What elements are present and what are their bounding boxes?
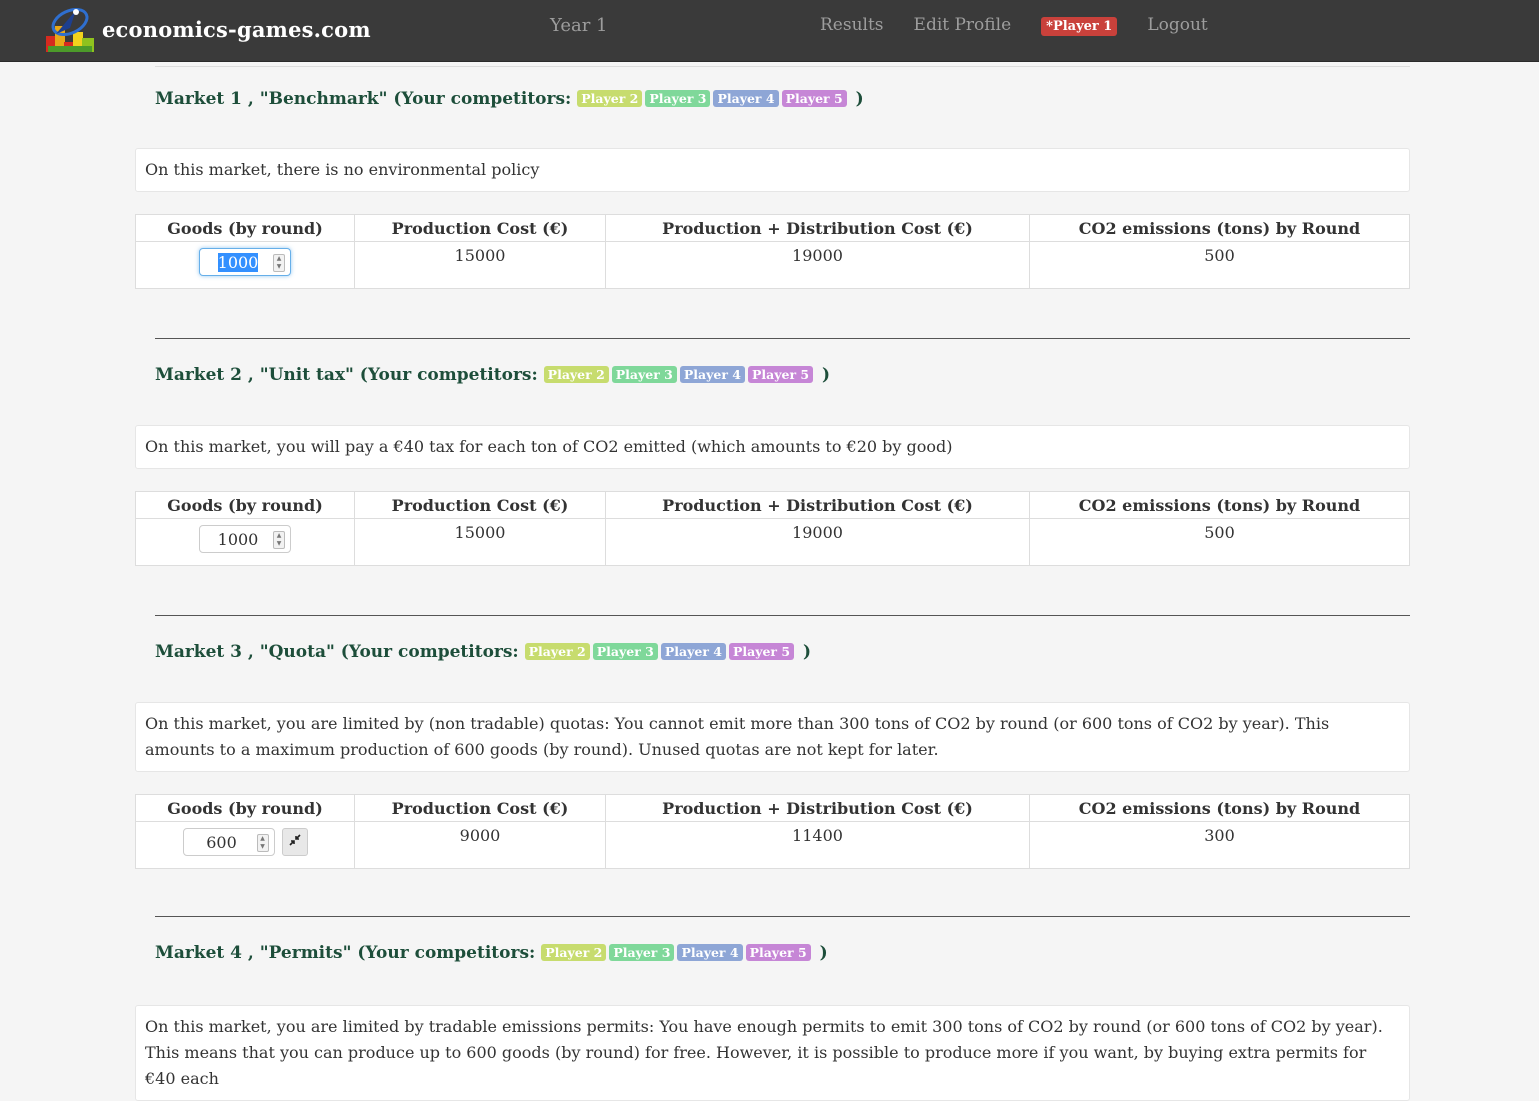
goods-input[interactable]: 1000 ▲ ▼ (199, 525, 291, 553)
competitor-badge-player-5: Player 5 (781, 90, 847, 107)
table-row: 600 ▲ ▼ 9000 11400 300 (135, 821, 1410, 869)
co2-value: 500 (1029, 518, 1410, 566)
header-co2: CO2 emissions (tons) by Round (1029, 214, 1410, 242)
co2-value: 300 (1029, 821, 1410, 869)
header-production-distribution-cost: Production + Distribution Cost (€) (605, 214, 1030, 242)
market-description: On this market, you are limited by trada… (135, 1005, 1410, 1101)
market-table: Goods (by round) Production Cost (€) Pro… (135, 214, 1410, 289)
market-table: Goods (by round) Production Cost (€) Pro… (135, 491, 1410, 566)
header-goods: Goods (by round) (135, 214, 355, 242)
divider (155, 916, 1410, 917)
table-row: 1000 ▲ ▼ 15000 19000 500 (135, 241, 1410, 289)
header-production-distribution-cost: Production + Distribution Cost (€) (605, 491, 1030, 519)
logout-link[interactable]: Logout (1147, 15, 1207, 35)
header-production-distribution-cost: Production + Distribution Cost (€) (605, 794, 1030, 822)
market-description: On this market, you will pay a €40 tax f… (135, 425, 1410, 469)
competitor-badge-player-4: Player 4 (713, 90, 779, 107)
goods-input[interactable]: 1000 ▲ ▼ (199, 248, 291, 276)
header-production-cost: Production Cost (€) (354, 214, 606, 242)
year-label: Year 1 (550, 15, 608, 36)
header-production-cost: Production Cost (€) (354, 794, 606, 822)
top-divider (155, 62, 1410, 67)
production-distribution-cost-value: 11400 (605, 821, 1030, 869)
market-title: Market 1 , "Benchmark" (Your competitors… (155, 89, 864, 109)
competitor-badge-player-3: Player 3 (611, 366, 677, 383)
header-goods: Goods (by round) (135, 491, 355, 519)
spinner-arrows-icon[interactable]: ▲ ▼ (273, 531, 285, 549)
competitor-badge-player-3: Player 3 (592, 643, 658, 660)
results-link[interactable]: Results (820, 15, 884, 35)
market-description: On this market, you are limited by (non … (135, 702, 1410, 772)
competitor-badge-player-2: Player 2 (543, 366, 609, 383)
market-description: On this market, there is no environmenta… (135, 148, 1410, 192)
edit-profile-link[interactable]: Edit Profile (914, 15, 1012, 35)
goods-input[interactable]: 600 ▲ ▼ (182, 828, 275, 856)
divider (155, 615, 1410, 616)
competitor-badge-player-5: Player 5 (748, 366, 814, 383)
header-co2: CO2 emissions (tons) by Round (1029, 491, 1410, 519)
header-production-cost: Production Cost (€) (354, 491, 606, 519)
table-row: 1000 ▲ ▼ 15000 19000 500 (135, 518, 1410, 566)
production-distribution-cost-value: 19000 (605, 518, 1030, 566)
navbar: economics-games.com Year 1 Results Edit … (0, 0, 1539, 62)
spinner-arrows-icon[interactable]: ▲ ▼ (256, 834, 269, 852)
competitor-badge-player-5: Player 5 (728, 643, 795, 660)
brand-text: economics-games.com (102, 16, 371, 42)
minimize-button[interactable] (281, 828, 308, 856)
production-distribution-cost-value: 19000 (605, 241, 1030, 289)
competitor-badge-player-4: Player 4 (679, 366, 745, 383)
competitor-badge-player-2: Player 2 (577, 90, 643, 107)
player-badge[interactable]: *Player 1 (1041, 16, 1118, 36)
market-table: Goods (by round) Production Cost (€) Pro… (135, 794, 1410, 869)
competitor-badge-player-2: Player 2 (524, 643, 590, 660)
competitor-badge-player-5: Player 5 (745, 944, 811, 961)
production-cost-value: 9000 (354, 821, 606, 869)
market-title: Market 2 , "Unit tax" (Your competitors:… (155, 365, 831, 385)
co2-value: 500 (1029, 241, 1410, 289)
divider (155, 338, 1410, 339)
competitor-badge-player-4: Player 4 (677, 944, 743, 961)
competitor-badge-player-3: Player 3 (645, 90, 711, 107)
nav-links: Results Edit Profile *Player 1 Logout (820, 15, 1238, 36)
brand-link[interactable]: economics-games.com (46, 6, 371, 52)
header-co2: CO2 emissions (tons) by Round (1029, 794, 1410, 822)
production-cost-value: 15000 (354, 241, 606, 289)
header-goods: Goods (by round) (135, 794, 355, 822)
production-cost-value: 15000 (354, 518, 606, 566)
competitor-badge-player-4: Player 4 (660, 643, 726, 660)
competitor-badge-player-2: Player 2 (541, 944, 607, 961)
spinner-arrows-icon[interactable]: ▲ ▼ (273, 254, 285, 272)
competitor-badge-player-3: Player 3 (609, 944, 675, 961)
logo-icon (46, 6, 94, 52)
market-title: Market 4 , "Permits" (Your competitors: … (155, 943, 828, 963)
compress-arrows-icon (288, 834, 301, 850)
market-title: Market 3 , "Quota" (Your competitors: Pl… (155, 642, 812, 662)
